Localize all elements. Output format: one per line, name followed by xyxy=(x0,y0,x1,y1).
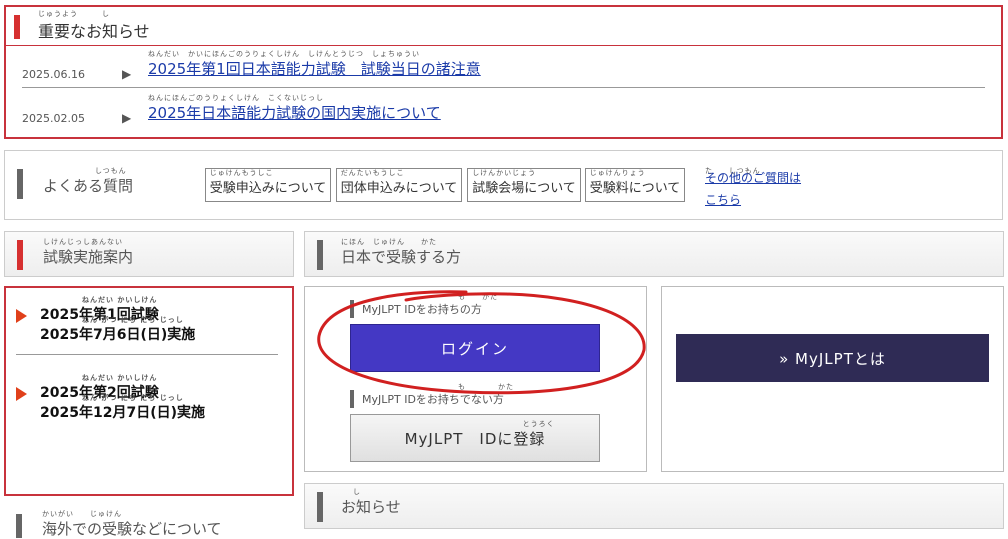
ruby-text: し xyxy=(353,488,361,496)
triangle-arrow-icon xyxy=(16,387,27,401)
exam-item-date[interactable]: ねん がつ にち にち じっし 2025年7月6日(日)実施 xyxy=(40,316,195,344)
label-marker xyxy=(350,300,354,318)
notice-link-text[interactable]: 2025年日本語能力試験の国内実施について xyxy=(148,104,441,122)
section-marker xyxy=(317,240,323,270)
faq-group-application-button[interactable]: だんたいもうしこ団体申込みについて xyxy=(336,168,462,202)
login-button-label: ログイン xyxy=(440,339,509,358)
notice-item: 2025.06.16 ▶ ねんだい かいにほんごのうりょくしけん しけんとうじつ… xyxy=(22,47,985,88)
overseas-section[interactable]: かいがい じゅけん 海外での受験などについて xyxy=(4,506,294,538)
notice-link[interactable]: ねんだい かいにほんごのうりょくしけん しけんとうじつ しょちゅうい 2025年… xyxy=(148,50,481,79)
ruby-text: ねんだい かいにほんごのうりょくしけん しけんとうじつ しょちゅうい xyxy=(148,50,420,58)
faq-panel: しつもん よくある質問 じゅけんもうしこ受験申込みについて だんたいもうしこ団体… xyxy=(4,150,1003,220)
important-notice-panel: じゅうよう し 重要なお知らせ 2025.06.16 ▶ ねんだい かいにほんご… xyxy=(4,5,1003,139)
important-notice-title: じゅうよう し 重要なお知らせ xyxy=(38,10,150,42)
notice-date: 2025.06.16 xyxy=(22,68,85,81)
faq-other-link[interactable]: た しつもん その他のご質問は こちら xyxy=(705,167,801,211)
ruby-text: だんたいもうしこ xyxy=(340,169,405,177)
ruby-text: じゅけんりょう xyxy=(589,169,646,177)
important-notice-title-text: 重要なお知らせ xyxy=(38,22,150,41)
faq-label: しつもん よくある質問 xyxy=(43,167,134,196)
ruby-text: も かた xyxy=(458,383,514,391)
ruby-text: ねんだい かいしけん xyxy=(82,296,158,304)
ruby-text: しけんじっしあんない xyxy=(43,238,123,246)
play-arrow-icon: ▶ xyxy=(122,67,132,81)
news-title-text[interactable]: お知らせ xyxy=(341,498,401,516)
ruby-text: じゅうよう し xyxy=(38,10,110,18)
section-marker xyxy=(14,15,20,39)
news-title[interactable]: し お知らせ xyxy=(341,488,401,517)
japan-test-header: にほん じゅけん かた 日本で受験する方 xyxy=(304,231,1004,277)
exam-info-header: しけんじっしあんない 試験実施案内 xyxy=(4,231,294,277)
exam-item-date-text[interactable]: 2025年7月6日(日)実施 xyxy=(40,327,195,343)
important-notice-header: じゅうよう し 重要なお知らせ xyxy=(6,7,1001,46)
ruby-text: しつもん xyxy=(95,167,127,175)
faq-button-label: 受験申込みについて xyxy=(209,181,327,196)
about-myjlpt-button[interactable]: » MyJLPTとは xyxy=(676,334,989,382)
register-button-label: MyJLPT IDに登録 xyxy=(404,429,546,448)
overseas-title-text[interactable]: 海外での受験などについて xyxy=(42,520,222,538)
faq-other-link-line2[interactable]: こちら xyxy=(705,193,741,207)
play-arrow-icon: ▶ xyxy=(122,111,132,125)
faq-label-text: よくある質問 xyxy=(43,177,134,195)
ruby-text: ねんにほんごのうりょくしけん こくないじっし xyxy=(148,94,324,102)
faq-fee-button[interactable]: じゅけんりょう受験料について xyxy=(585,168,685,202)
section-marker xyxy=(317,492,323,522)
login-button[interactable]: ログイン xyxy=(350,324,600,372)
section-marker xyxy=(17,240,23,270)
japan-test-title-text: 日本で受験する方 xyxy=(341,248,462,266)
notice-link-text[interactable]: 2025年第1回日本語能力試験 試験当日の諸注意 xyxy=(148,60,481,78)
exam-item-date-text[interactable]: 2025年12月7日(日)実施 xyxy=(40,405,205,421)
notice-item: 2025.02.05 ▶ ねんにほんごのうりょくしけん こくないじっし 2025… xyxy=(22,91,985,131)
exam-info-title: しけんじっしあんない 試験実施案内 xyxy=(43,238,134,267)
register-button[interactable]: とうろく MyJLPT IDに登録 xyxy=(350,414,600,462)
faq-test-site-button[interactable]: しけんかいじょう試験会場について xyxy=(467,168,581,202)
news-header[interactable]: し お知らせ xyxy=(304,483,1004,529)
ruby-text: とうろく xyxy=(522,419,555,428)
faq-application-button[interactable]: じゅけんもうしこ受験申込みについて xyxy=(205,168,331,202)
faq-button-label: 試験会場について xyxy=(472,181,576,196)
have-id-label-text: MyJLPT IDをお持ちの方 xyxy=(362,303,482,316)
exam-item-date[interactable]: ねん がつ にち にち じっし 2025年12月7日(日)実施 xyxy=(40,394,205,422)
no-id-label: も かた MyJLPT IDをお持ちでない方 xyxy=(362,383,513,407)
ruby-text: にほん じゅけん かた xyxy=(341,238,437,246)
triangle-arrow-icon xyxy=(16,309,27,323)
faq-button-label: 団体申込みについて xyxy=(340,181,458,196)
divider xyxy=(16,354,278,355)
notice-date: 2025.02.05 xyxy=(22,112,85,125)
section-marker xyxy=(17,169,23,199)
ruby-text: ねん がつ にち にち じっし xyxy=(82,394,184,402)
japan-test-title: にほん じゅけん かた 日本で受験する方 xyxy=(341,238,462,267)
no-id-label-text: MyJLPT IDをお持ちでない方 xyxy=(362,393,504,406)
ruby-text: しけんかいじょう xyxy=(472,169,537,177)
have-id-label: も かた MyJLPT IDをお持ちの方 xyxy=(362,293,497,317)
label-marker xyxy=(350,390,354,408)
ruby-text: ねんだい かいしけん xyxy=(82,374,158,382)
ruby-text: かいがい じゅけん xyxy=(42,510,122,518)
section-marker xyxy=(16,514,22,538)
exam-info-title-text: 試験実施案内 xyxy=(43,248,134,266)
ruby-text: た しつもん xyxy=(705,167,761,175)
faq-button-label: 受験料について xyxy=(589,181,681,196)
notice-link[interactable]: ねんにほんごのうりょくしけん こくないじっし 2025年日本語能力試験の国内実施… xyxy=(148,94,441,123)
ruby-text: ねん がつ にち にち じっし xyxy=(82,316,184,324)
ruby-text: じゅけんもうしこ xyxy=(209,169,274,177)
ruby-text: も かた xyxy=(458,293,498,301)
overseas-title[interactable]: かいがい じゅけん 海外での受験などについて xyxy=(42,510,222,539)
about-myjlpt-button-label: » MyJLPTとは xyxy=(779,349,886,368)
